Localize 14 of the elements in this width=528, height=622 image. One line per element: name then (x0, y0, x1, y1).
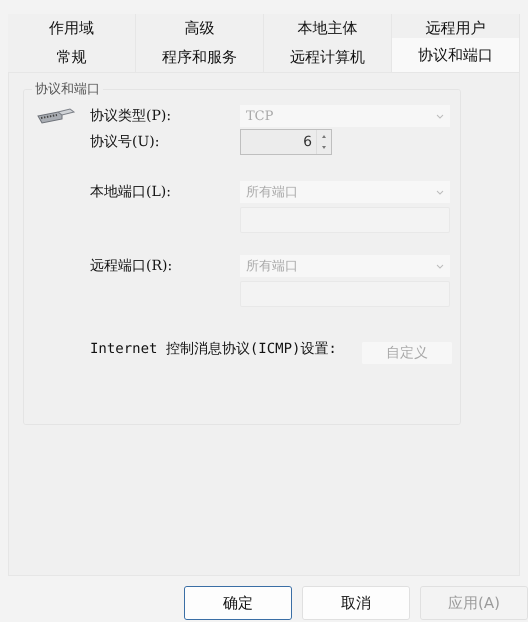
icmp-label: Internet 控制消息协议(ICMP)设置: (90, 342, 338, 357)
group-title: 协议和端口 (32, 80, 103, 98)
field-label: 远程端口(R): (90, 257, 174, 275)
number-spinner[interactable]: 6 (240, 129, 332, 155)
dialog-button[interactable]: 确定 (184, 586, 292, 620)
field-label: 本地端口(L): (90, 183, 172, 201)
tab[interactable]: 协议和端口 (392, 38, 520, 72)
chevron-down-icon (436, 114, 444, 118)
connector-icon (36, 106, 76, 126)
chevron-down-icon (436, 264, 444, 268)
field-label: 协议类型(P): (90, 107, 172, 125)
chevron-down-icon (436, 190, 444, 194)
field-label: 协议号(U): (90, 133, 160, 151)
dialog-button[interactable]: 取消 (302, 586, 410, 620)
